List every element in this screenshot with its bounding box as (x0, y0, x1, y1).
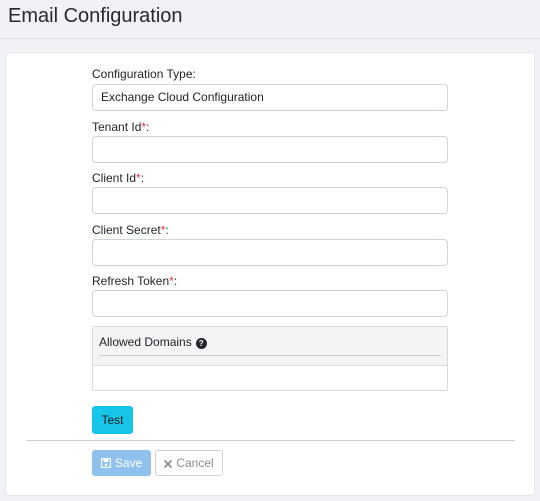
cancel-label: Cancel (176, 455, 214, 470)
cancel-button[interactable]: Cancel (155, 450, 223, 476)
allowed-domains-divider (99, 355, 441, 356)
save-button[interactable]: Save (92, 450, 151, 476)
floppy-disk-icon (100, 457, 111, 471)
page-header: Email Configuration (0, 0, 540, 39)
configuration-type-field[interactable]: Exchange Cloud Configuration (92, 84, 448, 111)
times-icon (164, 457, 173, 471)
config-card (5, 52, 535, 496)
page-title: Email Configuration (8, 5, 183, 27)
refresh-token-label: Refresh Token*: (92, 274, 178, 288)
allowed-domains-panel: Allowed Domains? (92, 326, 448, 391)
form-divider (27, 440, 515, 441)
client-id-label: Client Id*: (92, 171, 145, 185)
client-id-input[interactable] (92, 187, 448, 214)
tenant-id-label: Tenant Id*: (92, 120, 150, 134)
question-circle-icon[interactable]: ? (195, 338, 207, 349)
configuration-type-label: Configuration Type: (92, 67, 196, 81)
test-button[interactable]: Test (92, 406, 133, 434)
client-secret-input[interactable] (92, 239, 448, 266)
refresh-token-input[interactable] (92, 290, 448, 317)
allowed-domains-header: Allowed Domains? (93, 327, 447, 365)
allowed-domains-title: Allowed Domains? (99, 335, 207, 349)
tenant-id-input[interactable] (92, 136, 448, 163)
save-label: Save (114, 455, 143, 470)
allowed-domains-input[interactable] (93, 365, 447, 390)
client-secret-label: Client Secret*: (92, 223, 169, 237)
